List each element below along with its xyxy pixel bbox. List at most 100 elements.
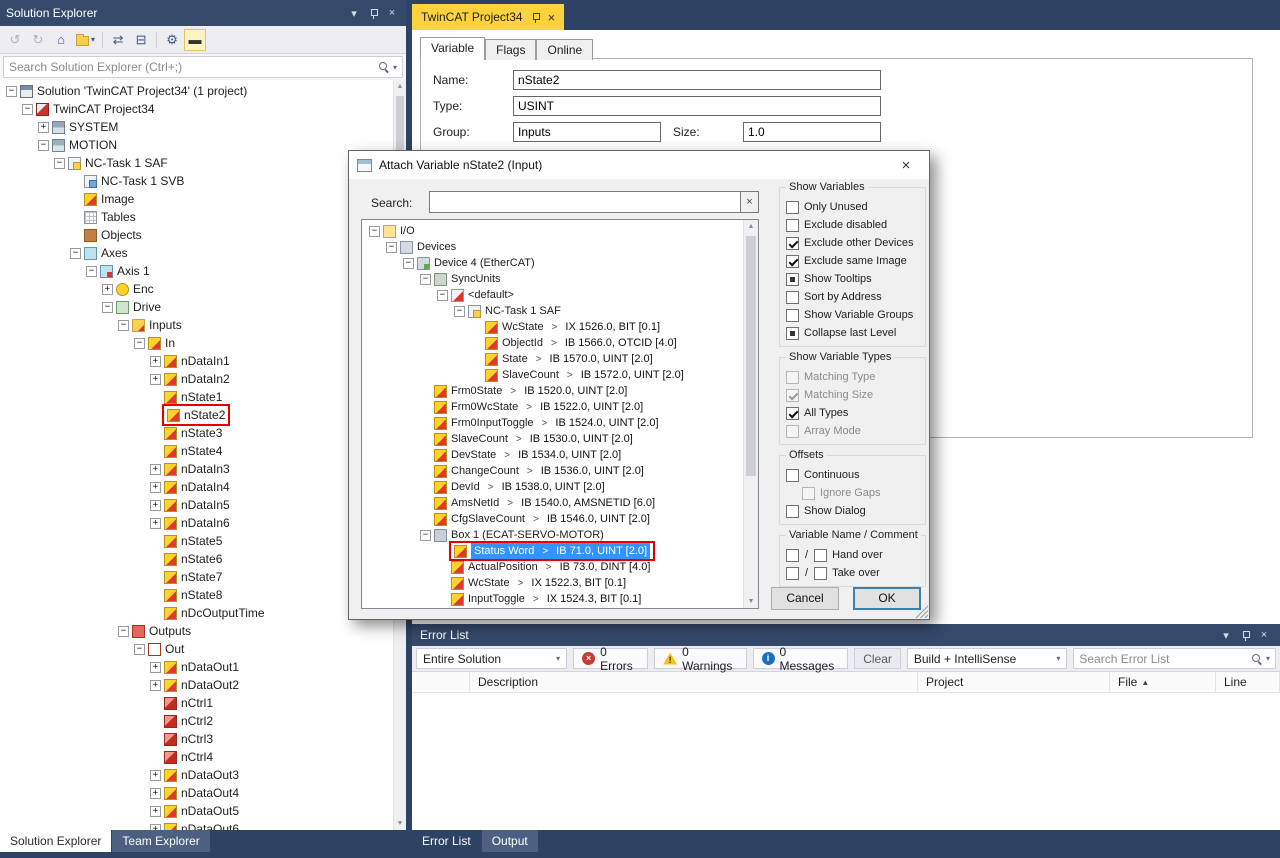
- pin-icon[interactable]: [531, 12, 540, 23]
- tree-item-device-4-ethercat[interactable]: −Device 4 (EtherCAT): [363, 255, 742, 271]
- checkbox-row-exclude-disabled[interactable]: Exclude disabled: [786, 216, 919, 234]
- expander-icon[interactable]: −: [403, 258, 414, 269]
- expander-icon[interactable]: −: [22, 104, 33, 115]
- tree-item-nctrl3[interactable]: nCtrl3: [0, 730, 393, 748]
- tree-item-motion[interactable]: −MOTION: [0, 136, 393, 154]
- tree-item-nstate5[interactable]: nState5: [0, 532, 393, 550]
- column-header-project[interactable]: Project: [918, 672, 1110, 692]
- expander-icon[interactable]: +: [150, 680, 161, 691]
- tree-item-state[interactable]: State>IB 1570.0, UINT [2.0]: [363, 351, 742, 367]
- scope-combo[interactable]: Entire Solution ▾: [416, 648, 567, 669]
- scroll-up-icon[interactable]: ▲: [744, 220, 758, 233]
- close-icon[interactable]: ×: [891, 157, 921, 174]
- tree-item-nstate6[interactable]: nState6: [0, 550, 393, 568]
- error-search-input[interactable]: [1079, 652, 1251, 666]
- back-button[interactable]: ↺: [4, 29, 26, 51]
- home-button[interactable]: ⌂: [50, 29, 72, 51]
- pin-icon[interactable]: [365, 5, 381, 21]
- checkbox[interactable]: [814, 567, 827, 580]
- tab-flags[interactable]: Flags: [485, 39, 536, 60]
- column-header-file[interactable]: File▲: [1110, 672, 1216, 692]
- tree-item-i-o[interactable]: −I/O: [363, 223, 742, 239]
- tree-item-ndatain6[interactable]: +nDataIn6: [0, 514, 393, 532]
- checkbox-row-exclude-same-image[interactable]: Exclude same Image: [786, 252, 919, 270]
- checkbox[interactable]: [786, 505, 799, 518]
- tree-item-nctrl2[interactable]: nCtrl2: [0, 712, 393, 730]
- checkbox-row-show-tooltips[interactable]: Show Tooltips: [786, 270, 919, 288]
- close-icon[interactable]: ×: [384, 5, 400, 21]
- switch-views-button[interactable]: ▾: [73, 29, 98, 51]
- tree-item-nc-task-1-svb[interactable]: NC-Task 1 SVB: [0, 172, 393, 190]
- expander-icon[interactable]: −: [70, 248, 81, 259]
- expander-icon[interactable]: −: [369, 226, 380, 237]
- name-field[interactable]: [513, 70, 881, 90]
- tree-item-objects[interactable]: Objects: [0, 226, 393, 244]
- build-filter-combo[interactable]: Build + IntelliSense ▾: [907, 648, 1068, 669]
- tree-item-slavecount[interactable]: SlaveCount>IB 1530.0, UINT [2.0]: [363, 431, 742, 447]
- tree-item-in[interactable]: −In: [0, 334, 393, 352]
- tree-item-axes[interactable]: −Axes: [0, 244, 393, 262]
- preview-selected-items-button[interactable]: ▬: [184, 29, 206, 51]
- expander-icon[interactable]: +: [150, 464, 161, 475]
- tree-item-ndataout4[interactable]: +nDataOut4: [0, 784, 393, 802]
- tree-item-wcstate[interactable]: WcState>IX 1526.0, BIT [0.1]: [363, 319, 742, 335]
- expander-icon[interactable]: −: [118, 320, 129, 331]
- tree-item-ndcoutputtime[interactable]: nDcOutputTime: [0, 604, 393, 622]
- tree-item-nstate3[interactable]: nState3: [0, 424, 393, 442]
- checkbox[interactable]: [814, 549, 827, 562]
- expander-icon[interactable]: +: [150, 806, 161, 817]
- tree-item-ndataout6[interactable]: +nDataOut6: [0, 820, 393, 830]
- tree-item-ndataout1[interactable]: +nDataOut1: [0, 658, 393, 676]
- checkbox-row-show-variable-groups[interactable]: Show Variable Groups: [786, 306, 919, 324]
- tree-item-devstate[interactable]: DevState>IB 1534.0, UINT [2.0]: [363, 447, 742, 463]
- resize-grip[interactable]: [915, 605, 928, 618]
- checkbox-row-show-dialog[interactable]: Show Dialog: [786, 502, 919, 520]
- scroll-up-icon[interactable]: ▲: [394, 80, 406, 93]
- expander-icon[interactable]: +: [150, 770, 161, 781]
- expander-icon[interactable]: −: [420, 530, 431, 541]
- tree-item-ndatain5[interactable]: +nDataIn5: [0, 496, 393, 514]
- warnings-filter-button[interactable]: ! 0 Warnings: [654, 648, 746, 669]
- window-position-icon[interactable]: ▾: [1218, 627, 1234, 643]
- tree-item-enc[interactable]: +Enc: [0, 280, 393, 298]
- expander-icon[interactable]: −: [54, 158, 65, 169]
- checkbox[interactable]: [786, 255, 799, 268]
- tree-item-nstate7[interactable]: nState7: [0, 568, 393, 586]
- checkbox-row-continuous[interactable]: Continuous: [786, 466, 919, 484]
- tree-item-slavecount[interactable]: SlaveCount>IB 1572.0, UINT [2.0]: [363, 367, 742, 383]
- tree-item-changecount[interactable]: ChangeCount>IB 1536.0, UINT [2.0]: [363, 463, 742, 479]
- scroll-down-icon[interactable]: ▼: [394, 817, 406, 830]
- scroll-down-icon[interactable]: ▼: [744, 595, 758, 608]
- checkbox-row-collapse-last-level[interactable]: Collapse last Level: [786, 324, 919, 342]
- tree-item-box-1-ecat-servo-motor[interactable]: −Box 1 (ECAT-SERVO-MOTOR): [363, 527, 742, 543]
- expander-icon[interactable]: +: [102, 284, 113, 295]
- type-field[interactable]: [513, 96, 881, 116]
- errors-filter-button[interactable]: × 0 Errors: [573, 648, 648, 669]
- tree-item-tables[interactable]: Tables: [0, 208, 393, 226]
- tree-item-status-word[interactable]: Status Word>IB 71.0, UINT [2.0]: [363, 543, 742, 559]
- tree-item-ndataout2[interactable]: +nDataOut2: [0, 676, 393, 694]
- tree-item-amsnetid[interactable]: AmsNetId>IB 1540.0, AMSNETID [6.0]: [363, 495, 742, 511]
- checkbox[interactable]: [786, 567, 799, 580]
- close-icon[interactable]: ×: [1256, 627, 1272, 643]
- expander-icon[interactable]: −: [118, 626, 129, 637]
- tree-item-nctrl1[interactable]: nCtrl1: [0, 694, 393, 712]
- clear-search-icon[interactable]: ×: [741, 191, 759, 213]
- tree-item-ndatain1[interactable]: +nDataIn1: [0, 352, 393, 370]
- checkbox-row-sort-by-address[interactable]: Sort by Address: [786, 288, 919, 306]
- tree-item-devices[interactable]: −Devices: [363, 239, 742, 255]
- column-header-icon[interactable]: [412, 672, 470, 692]
- column-header-line[interactable]: Line: [1216, 672, 1280, 692]
- checkbox[interactable]: [786, 291, 799, 304]
- expander-icon[interactable]: +: [150, 518, 161, 529]
- checkbox[interactable]: [786, 237, 799, 250]
- tree-item-drive[interactable]: −Drive: [0, 298, 393, 316]
- tree-item-nstate1[interactable]: nState1: [0, 388, 393, 406]
- properties-button[interactable]: ⚙: [161, 29, 183, 51]
- chevron-down-icon[interactable]: ▾: [1266, 654, 1270, 663]
- expander-icon[interactable]: −: [134, 644, 145, 655]
- tree-item-ndatain2[interactable]: +nDataIn2: [0, 370, 393, 388]
- checkbox[interactable]: [786, 469, 799, 482]
- expander-icon[interactable]: −: [134, 338, 145, 349]
- expander-icon[interactable]: −: [454, 306, 465, 317]
